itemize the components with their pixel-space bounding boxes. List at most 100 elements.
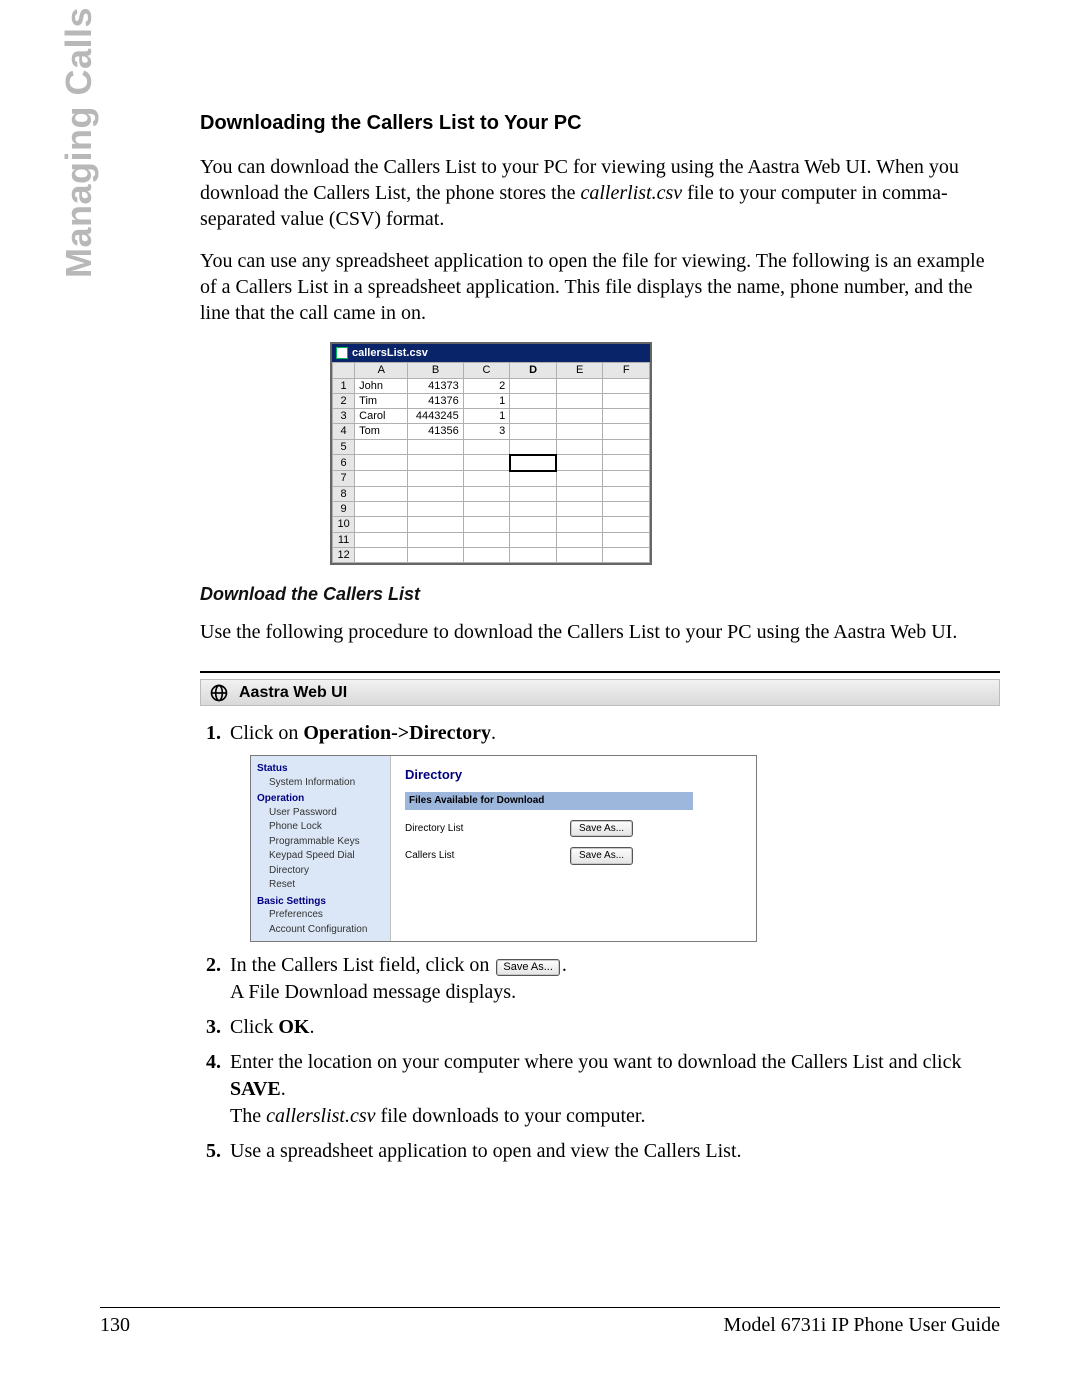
spreadsheet-titlebar: callersList.csv (332, 344, 650, 362)
row-header: 1 (333, 378, 355, 393)
page-number: 130 (100, 1314, 130, 1337)
row-header: 3 (333, 409, 355, 424)
row-header: 5 (333, 439, 355, 455)
nav-item[interactable]: Reset (269, 878, 384, 893)
col-header: D (510, 363, 557, 378)
nav-item[interactable]: Preferences (269, 908, 384, 923)
col-header: A (355, 363, 408, 378)
nav-item[interactable]: System Information (269, 776, 384, 791)
cell (603, 439, 650, 455)
cell (510, 547, 557, 562)
text: Click on (230, 722, 303, 744)
cell (355, 532, 408, 547)
cell (603, 471, 650, 487)
cell (355, 471, 408, 487)
nav-item[interactable]: Programmable Keys (269, 835, 384, 850)
column-header-row: A B C D E F (333, 363, 650, 378)
procedure-list: Click on Operation->Directory. StatusSys… (200, 720, 1000, 1165)
cell (355, 486, 408, 501)
spreadsheet-title: callersList.csv (352, 346, 428, 360)
cell (603, 502, 650, 517)
table-row: 2Tim413761 (333, 393, 650, 408)
cell (355, 439, 408, 455)
globe-icon (209, 683, 229, 703)
cell (463, 517, 510, 532)
cell (556, 532, 603, 547)
nav-item[interactable]: Keypad Speed Dial (269, 849, 384, 864)
text: . (491, 722, 496, 744)
cell (510, 455, 557, 471)
download-label: Callers List (405, 849, 570, 863)
text: Enter the location on your computer wher… (230, 1051, 961, 1073)
cell (510, 409, 557, 424)
table-row: 7 (333, 471, 650, 487)
cell (463, 547, 510, 562)
table-row: 6 (333, 455, 650, 471)
text: file downloads to your computer. (376, 1105, 646, 1127)
cell (408, 439, 463, 455)
save-as-button[interactable]: Save As... (570, 820, 633, 838)
paragraph-3: Use the following procedure to download … (200, 619, 1000, 645)
table-row: 5 (333, 439, 650, 455)
cell (556, 393, 603, 408)
cell (556, 439, 603, 455)
table-row: 11 (333, 532, 650, 547)
cell (463, 471, 510, 487)
row-header: 12 (333, 547, 355, 562)
cell: 41373 (408, 378, 463, 393)
cell (463, 532, 510, 547)
row-header: 4 (333, 424, 355, 439)
save-as-button[interactable]: Save As... (570, 847, 633, 865)
corner-cell (333, 363, 355, 378)
cell (510, 486, 557, 501)
cell (556, 517, 603, 532)
text: . (309, 1016, 314, 1038)
webui-label: Aastra Web UI (239, 683, 347, 704)
aastra-heading: Directory (405, 766, 746, 784)
table-row: 1John413732 (333, 378, 650, 393)
download-row: Directory ListSave As... (405, 820, 746, 838)
table-row: 12 (333, 547, 650, 562)
nav-item[interactable]: Phone Lock (269, 820, 384, 835)
nav-group[interactable]: Operation (257, 792, 384, 806)
text: In the Callers List field, click on (230, 954, 494, 976)
cell (603, 517, 650, 532)
nav-item[interactable]: User Password (269, 806, 384, 821)
cell (510, 424, 557, 439)
nav-item[interactable]: Directory (269, 864, 384, 879)
cell (408, 547, 463, 562)
save-as-button-inline[interactable]: Save As... (496, 959, 560, 976)
cell: 41356 (408, 424, 463, 439)
table-row: 4Tom413563 (333, 424, 650, 439)
cell: 3 (463, 424, 510, 439)
nav-item[interactable]: Account Configuration (269, 923, 384, 938)
cell (556, 409, 603, 424)
nav-group[interactable]: Status (257, 762, 384, 776)
ok-label: OK (278, 1016, 309, 1038)
row-header: 8 (333, 486, 355, 501)
cell (408, 471, 463, 487)
aastra-webui-screenshot: StatusSystem InformationOperationUser Pa… (250, 755, 757, 942)
filename-italic: callerslist.csv (266, 1105, 375, 1127)
cell (463, 486, 510, 501)
text: A File Download message displays. (230, 981, 516, 1003)
text: . (562, 954, 567, 976)
table-row: 3Carol44432451 (333, 409, 650, 424)
cell (510, 439, 557, 455)
cell (355, 455, 408, 471)
save-label: SAVE (230, 1078, 281, 1100)
spreadsheet-grid: A B C D E F 1John4137322Tim4137613Carol4… (332, 362, 650, 563)
nav-group[interactable]: Basic Settings (257, 895, 384, 909)
page: Managing Calls Downloading the Callers L… (0, 0, 1080, 1397)
paragraph-2: You can use any spreadsheet application … (200, 248, 1000, 326)
cell (556, 455, 603, 471)
step-4: Enter the location on your computer wher… (226, 1049, 1000, 1130)
cell: 1 (463, 409, 510, 424)
step-2: In the Callers List field, click on Save… (226, 952, 1000, 1006)
cell (408, 486, 463, 501)
cell (603, 532, 650, 547)
row-header: 10 (333, 517, 355, 532)
cell (408, 502, 463, 517)
cell (510, 393, 557, 408)
cell (355, 517, 408, 532)
